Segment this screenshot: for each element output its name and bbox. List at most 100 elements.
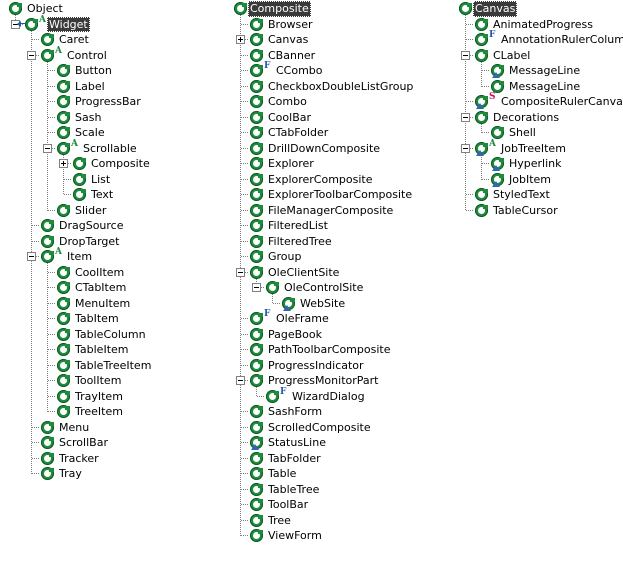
tree-node-label[interactable]: Group (264, 249, 302, 265)
tree-row[interactable]: A Widget (0, 15, 225, 32)
tree-node[interactable]: CoolItem (56, 265, 124, 281)
tree-row[interactable]: List (0, 172, 225, 188)
tree-node-label[interactable]: MessageLine (505, 63, 580, 79)
tree-row[interactable]: Caret (0, 32, 225, 48)
tree-node[interactable]: Tree (249, 513, 291, 529)
tree-node-label[interactable]: ScrollBar (55, 435, 108, 451)
tree-node-label[interactable]: OleControlSite (280, 280, 363, 296)
tree-node[interactable]: ProgressIndicator (249, 358, 364, 374)
tree-row[interactable]: Combo (225, 94, 450, 110)
tree-node[interactable]: List (72, 172, 110, 188)
tree-node-label[interactable]: Tracker (55, 451, 99, 467)
tree-node-label[interactable]: TrayItem (71, 389, 123, 405)
tree-row[interactable]: Sash (0, 110, 225, 126)
tree-node[interactable]: CoolBar (249, 110, 311, 126)
tree-row[interactable]: CTabItem (0, 280, 225, 296)
tree-node[interactable]: StyledText (474, 187, 550, 203)
tree-node[interactable]: TableTreeItem (56, 358, 151, 374)
tree-node[interactable]: Table (249, 466, 296, 482)
tree-node-label[interactable]: Scrollable (79, 141, 137, 157)
tree-node[interactable]: ToolItem (56, 373, 121, 389)
tree-node-label[interactable]: FileManagerComposite (264, 203, 393, 219)
tree-node-label[interactable]: Browser (264, 17, 313, 33)
tree-node[interactable]: PathToolbarComposite (249, 342, 390, 358)
tree-node[interactable]: Decorations (474, 110, 559, 126)
tree-row[interactable]: Hyperlink (450, 156, 623, 172)
tree-node[interactable]: A Widget (24, 15, 90, 32)
tree-node[interactable]: Slider (56, 203, 106, 219)
tree-node[interactable]: Tracker (40, 451, 99, 467)
tree-node-label[interactable]: Combo (264, 94, 307, 110)
tree-node[interactable]: TrayItem (56, 389, 123, 405)
tree-node[interactable]: CTabItem (56, 280, 126, 296)
tree-row[interactable]: TrayItem (0, 389, 225, 405)
tree-node-label[interactable]: CoolItem (71, 265, 124, 281)
tree-row[interactable]: Decorations (450, 110, 623, 126)
tree-node[interactable]: Menu (40, 420, 89, 436)
tree-row[interactable]: Explorer (225, 156, 450, 172)
tree-node[interactable]: OleClientSite (249, 265, 339, 281)
tree-node[interactable]: ScrollBar (40, 435, 108, 451)
collapse-minus-icon[interactable] (461, 50, 470, 60)
tree-row[interactable]: A JobTreeItem (450, 139, 623, 157)
tree-node[interactable]: Button (56, 63, 112, 79)
tree-node[interactable]: Caret (40, 32, 89, 48)
tree-row[interactable]: Tray (0, 466, 225, 482)
tree-node-label[interactable]: TableTreeItem (71, 358, 151, 374)
tree-node[interactable]: Group (249, 249, 302, 265)
tree-row[interactable]: F AnnotationRulerColumn (450, 31, 623, 48)
tree-node-label[interactable]: ProgressBar (71, 94, 141, 110)
tree-node-label[interactable]: CCombo (272, 63, 323, 79)
tree-row[interactable]: F CCombo (225, 62, 450, 79)
tree-node-label[interactable]: CheckboxDoubleListGroup (264, 79, 413, 95)
tree-node-label[interactable]: DrillDownComposite (264, 141, 380, 157)
tree-node[interactable]: DrillDownComposite (249, 141, 380, 157)
tree-row[interactable]: PageBook (225, 327, 450, 343)
tree-row[interactable]: PathToolbarComposite (225, 342, 450, 358)
tree-row[interactable]: SashForm (225, 404, 450, 420)
tree-node-label[interactable]: ExplorerToolbarComposite (264, 187, 412, 203)
tree-node-label[interactable]: Widget (47, 16, 90, 32)
tree-node-label[interactable]: ProgressIndicator (264, 358, 364, 374)
tree-node-label[interactable]: FilteredTree (264, 234, 332, 250)
tree-row[interactable]: DragSource (0, 218, 225, 234)
tree-node-label[interactable]: Composite (248, 1, 311, 17)
tree-node-label[interactable]: OleFrame (272, 311, 329, 327)
tree-node[interactable]: A Scrollable (56, 139, 137, 157)
tree-row[interactable]: A Item (0, 248, 225, 265)
tree-row[interactable]: TableTreeItem (0, 358, 225, 374)
tree-node[interactable]: Browser (249, 17, 313, 33)
tree-node-label[interactable]: Table (264, 466, 296, 482)
tree-node[interactable]: ScrolledComposite (249, 420, 371, 436)
tree-row[interactable]: ScrolledComposite (225, 420, 450, 436)
tree-node[interactable]: ProgressBar (56, 94, 141, 110)
tree-row[interactable]: DrillDownComposite (225, 141, 450, 157)
tree-row[interactable]: TableItem (0, 342, 225, 358)
tree-node-label[interactable]: PathToolbarComposite (264, 342, 390, 358)
tree-node-label[interactable]: StatusLine (264, 435, 326, 451)
tree-row[interactable]: FilteredList (225, 218, 450, 234)
tree-node[interactable]: CTabFolder (249, 125, 328, 141)
tree-node-label[interactable]: Sash (71, 110, 101, 126)
tree-row[interactable]: Browser (225, 17, 450, 33)
tree-node[interactable]: S CompositeRulerCanvas (474, 93, 623, 110)
tree-node[interactable]: ExplorerComposite (249, 172, 373, 188)
tree-node[interactable]: OleControlSite (265, 280, 363, 296)
tree-node[interactable]: ProgressMonitorPart (249, 373, 378, 389)
tree-row[interactable]: A Control (0, 46, 225, 64)
tree-node-label[interactable]: AnnotationRulerColumn (497, 32, 623, 48)
tree-node[interactable]: FileManagerComposite (249, 203, 393, 219)
tree-node-label[interactable]: MessageLine (505, 79, 580, 95)
tree-node[interactable]: Composite (233, 1, 311, 17)
tree-row[interactable]: MessageLine (450, 63, 623, 79)
tree-node[interactable]: TreeItem (56, 404, 123, 420)
tree-node[interactable]: WebSite (281, 296, 345, 312)
tree-row[interactable]: FileManagerComposite (225, 203, 450, 219)
tree-row[interactable]: TabFolder (225, 451, 450, 467)
tree-row[interactable]: Object (0, 1, 225, 17)
tree-node-label[interactable]: WebSite (296, 296, 345, 312)
tree-node-label[interactable]: TreeItem (71, 404, 123, 420)
tree-node[interactable]: ToolBar (249, 497, 308, 513)
tree-row[interactable]: Label (0, 79, 225, 95)
tree-row[interactable]: TabItem (0, 311, 225, 327)
